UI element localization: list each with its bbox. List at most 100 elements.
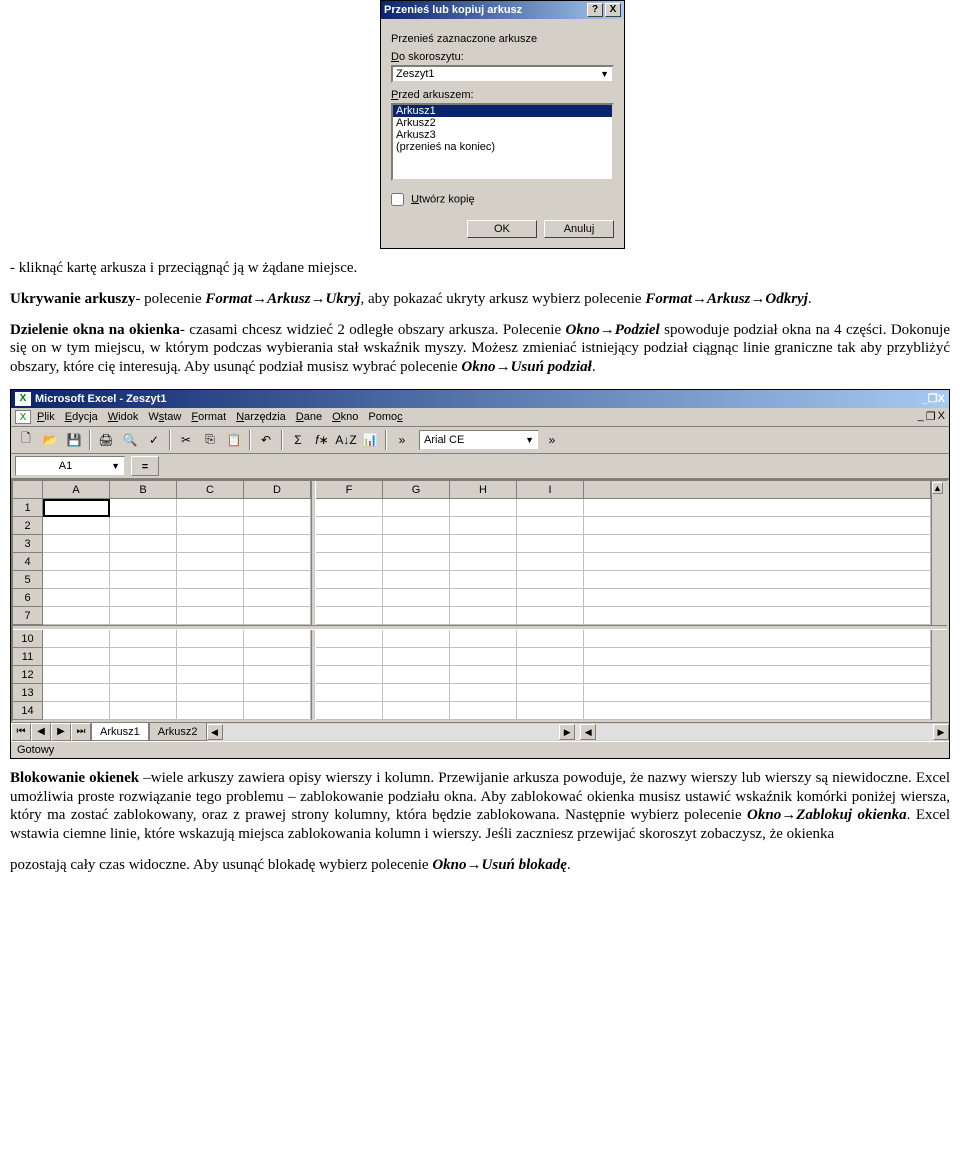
cell[interactable]	[110, 589, 177, 607]
cell[interactable]	[316, 684, 383, 702]
row-header[interactable]: 7	[13, 607, 43, 625]
list-item[interactable]: Arkusz1	[393, 105, 612, 117]
vscroll[interactable]	[931, 535, 947, 553]
list-item[interactable]: Arkusz2	[393, 117, 612, 129]
vscroll[interactable]	[931, 630, 947, 648]
cell[interactable]	[43, 702, 110, 720]
menu-narzedzia[interactable]: Narzędzia	[236, 411, 286, 423]
list-item[interactable]: Arkusz3	[393, 129, 612, 141]
equals-button[interactable]: =	[131, 456, 159, 476]
column-header[interactable]: C	[177, 481, 244, 499]
cell[interactable]	[584, 517, 931, 535]
cell[interactable]	[110, 517, 177, 535]
cell[interactable]	[383, 571, 450, 589]
cell[interactable]	[110, 607, 177, 625]
cell[interactable]	[517, 571, 584, 589]
cell[interactable]	[244, 499, 311, 517]
cell[interactable]	[517, 553, 584, 571]
cell[interactable]	[43, 553, 110, 571]
close-button[interactable]: X	[938, 393, 945, 405]
cell[interactable]	[316, 666, 383, 684]
tab-nav-last[interactable]: ⏭	[71, 723, 91, 741]
cell[interactable]	[316, 607, 383, 625]
vscroll[interactable]	[931, 648, 947, 666]
cell[interactable]	[450, 630, 517, 648]
cell[interactable]	[177, 648, 244, 666]
sort-icon[interactable]: A↓Z	[335, 430, 357, 450]
cell[interactable]	[43, 571, 110, 589]
hscroll-right[interactable]: ▶	[933, 724, 949, 740]
cell[interactable]	[517, 535, 584, 553]
cell[interactable]	[43, 684, 110, 702]
cell[interactable]	[244, 535, 311, 553]
cell[interactable]	[383, 648, 450, 666]
cell[interactable]	[316, 553, 383, 571]
column-header[interactable]: H	[450, 481, 517, 499]
vscroll[interactable]: ▲	[931, 481, 947, 499]
cell[interactable]	[450, 648, 517, 666]
cell[interactable]	[110, 571, 177, 589]
cell[interactable]	[450, 607, 517, 625]
cell[interactable]	[383, 702, 450, 720]
cell[interactable]	[584, 684, 931, 702]
cell[interactable]	[110, 553, 177, 571]
workbook-dropdown[interactable]: Zeszyt1 ▼	[391, 65, 614, 83]
cell[interactable]	[244, 702, 311, 720]
cell[interactable]	[177, 702, 244, 720]
close-button[interactable]: X	[605, 3, 621, 17]
cell[interactable]	[110, 535, 177, 553]
row-header[interactable]: 13	[13, 684, 43, 702]
row-header[interactable]: 2	[13, 517, 43, 535]
ok-button[interactable]: OK	[467, 220, 537, 238]
cell[interactable]	[244, 517, 311, 535]
column-header[interactable]: B	[110, 481, 177, 499]
cell[interactable]	[450, 535, 517, 553]
cell[interactable]	[43, 630, 110, 648]
menu-okno[interactable]: Okno	[332, 411, 358, 423]
cell[interactable]	[244, 589, 311, 607]
hscroll-right[interactable]: ▶	[559, 724, 575, 740]
vscroll[interactable]	[931, 571, 947, 589]
menu-widok[interactable]: Widok	[108, 411, 139, 423]
vscroll[interactable]	[931, 666, 947, 684]
cell[interactable]	[316, 648, 383, 666]
open-icon[interactable]: 📂	[39, 430, 61, 450]
row-header[interactable]: 3	[13, 535, 43, 553]
cell[interactable]	[584, 499, 931, 517]
column-header[interactable]: G	[383, 481, 450, 499]
cell[interactable]	[584, 648, 931, 666]
tab-nav-next[interactable]: ▶	[51, 723, 71, 741]
row-header[interactable]: 10	[13, 630, 43, 648]
cell[interactable]	[110, 630, 177, 648]
menu-edycja[interactable]: Edycja	[65, 411, 98, 423]
select-all-corner[interactable]	[13, 481, 43, 499]
cell[interactable]	[383, 517, 450, 535]
cell[interactable]	[517, 684, 584, 702]
cell[interactable]	[383, 589, 450, 607]
cell[interactable]	[584, 535, 931, 553]
row-header[interactable]: 12	[13, 666, 43, 684]
new-icon[interactable]: 🗋	[15, 430, 37, 450]
copy-icon[interactable]: ⎘	[199, 430, 221, 450]
sum-icon[interactable]: Σ	[287, 430, 309, 450]
list-item[interactable]: (przenieś na koniec)	[393, 141, 612, 153]
cell[interactable]	[450, 684, 517, 702]
cell[interactable]	[517, 702, 584, 720]
tab-nav-first[interactable]: ⏮	[11, 723, 31, 741]
sheet-tab[interactable]: Arkusz1	[91, 723, 149, 741]
cell[interactable]	[383, 630, 450, 648]
cell[interactable]	[316, 571, 383, 589]
cell[interactable]	[383, 684, 450, 702]
create-copy-checkbox[interactable]: Utwórz kopię	[391, 193, 614, 206]
cell[interactable]	[244, 630, 311, 648]
cell[interactable]	[43, 666, 110, 684]
row-header[interactable]: 4	[13, 553, 43, 571]
cell[interactable]	[177, 607, 244, 625]
row-header[interactable]: 14	[13, 702, 43, 720]
cut-icon[interactable]: ✂	[175, 430, 197, 450]
vscroll[interactable]	[931, 702, 947, 720]
cell[interactable]	[584, 553, 931, 571]
cell[interactable]	[43, 648, 110, 666]
cell[interactable]	[584, 607, 931, 625]
cell[interactable]	[43, 517, 110, 535]
